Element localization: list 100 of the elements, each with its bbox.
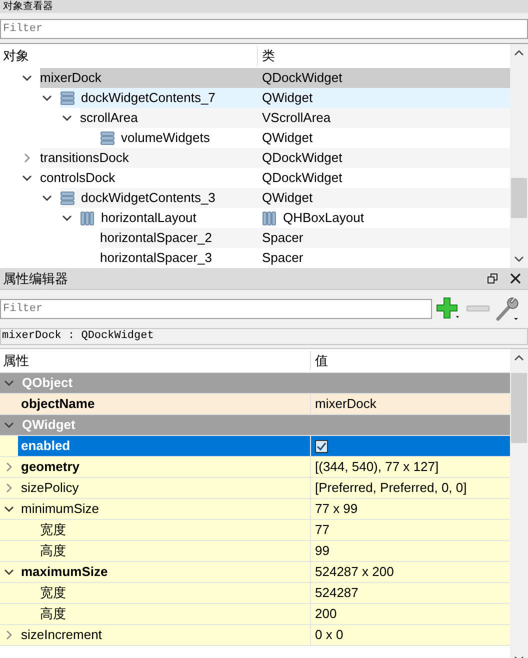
- property-name: 宽度: [40, 584, 66, 602]
- property-row[interactable]: sizePolicy [Preferred, Preferred, 0, 0]: [0, 478, 510, 499]
- column-header[interactable]: 对象: [0, 46, 258, 66]
- class-name: QHBoxLayout: [283, 209, 364, 228]
- property-value: 200: [315, 605, 337, 624]
- object-name: scrollArea: [80, 109, 138, 128]
- class-name: Spacer: [262, 229, 304, 248]
- property-value: 77 x 99: [315, 500, 358, 518]
- object-name: horizontalSpacer_2: [100, 229, 212, 248]
- chevron-down-icon[interactable]: [4, 504, 14, 514]
- tree-row-highlight[interactable]: horizontalSpacer_2: [100, 228, 258, 248]
- property-value: 524287 x 200: [315, 563, 394, 582]
- columns-icon: [80, 210, 95, 226]
- tree-row-highlight[interactable]: dockWidgetContents_7: [60, 88, 258, 108]
- property-name: maximumSize: [21, 563, 108, 582]
- property-name: 高度: [40, 542, 66, 560]
- group-name: QObject: [21, 374, 74, 392]
- tree-row-highlight[interactable]: mixerDock: [40, 68, 258, 88]
- object-name: dockWidgetContents_3: [81, 189, 216, 208]
- property-name: minimumSize: [21, 500, 100, 518]
- chevron-right-icon[interactable]: [4, 630, 14, 640]
- object-breadcrumb: mixerDock : QDockWidget: [0, 328, 528, 345]
- property-row[interactable]: geometry [(344, 540), 77 x 127]: [0, 457, 510, 478]
- property-name: geometry: [21, 458, 80, 476]
- property-name: sizePolicy: [21, 479, 79, 498]
- chevron-down-icon[interactable]: [4, 567, 14, 577]
- class-name: VScrollArea: [262, 109, 331, 128]
- scroll-up-icon[interactable]: [514, 48, 524, 58]
- chevron-right-icon[interactable]: [22, 153, 32, 163]
- property-value: [Preferred, Preferred, 0, 0]: [315, 479, 467, 498]
- stack-icon: [60, 190, 75, 206]
- chevron-right-icon[interactable]: [4, 462, 14, 472]
- property-value: 77: [315, 521, 330, 540]
- object-name: horizontalLayout: [101, 209, 196, 228]
- property-name: objectName: [21, 395, 95, 414]
- property-value: [(344, 540), 77 x 127]: [315, 458, 439, 476]
- property-name: sizeIncrement: [21, 626, 102, 644]
- scrollbar-thumb[interactable]: [511, 178, 527, 218]
- panel-title: 属性编辑器: [3, 270, 69, 288]
- columns-icon: [262, 210, 277, 226]
- property-name-cell[interactable]: geometry: [18, 457, 310, 477]
- property-value: mixerDock: [315, 395, 376, 414]
- property-name-cell[interactable]: objectName: [18, 394, 310, 414]
- class-name: QWidget: [262, 189, 313, 208]
- add-icon[interactable]: [436, 297, 462, 321]
- property-value: 99: [315, 542, 330, 560]
- group-name: QWidget: [21, 416, 76, 434]
- tree-row-highlight[interactable]: transitionsDock: [40, 148, 258, 168]
- property-value: 524287: [315, 584, 358, 602]
- close-icon[interactable]: [510, 273, 521, 284]
- object-name: horizontalSpacer_3: [100, 249, 212, 268]
- property-row[interactable]: 宽度 524287: [0, 583, 510, 604]
- property-name-cell[interactable]: sizeIncrement: [18, 625, 310, 645]
- property-name-cell[interactable]: maximumSize: [18, 562, 310, 582]
- wrench-icon[interactable]: [494, 296, 520, 322]
- property-row[interactable]: 高度 200: [0, 604, 510, 625]
- class-name: QDockWidget: [262, 69, 342, 88]
- property-row[interactable]: enabled: [0, 436, 510, 457]
- checkbox[interactable]: [315, 440, 328, 452]
- property-name: 高度: [40, 605, 66, 624]
- chevron-right-icon[interactable]: [4, 483, 14, 493]
- panel-title: 对象查看器: [3, 1, 53, 13]
- tree-row-highlight[interactable]: scrollArea: [80, 108, 258, 128]
- property-row[interactable]: 宽度 77: [0, 520, 510, 541]
- scrollbar[interactable]: [510, 44, 528, 268]
- scrollbar-thumb[interactable]: [511, 373, 527, 443]
- column-header[interactable]: 属性: [0, 350, 311, 370]
- scroll-down-icon[interactable]: [514, 254, 524, 264]
- filter-field[interactable]: Filter: [0, 19, 528, 39]
- property-row[interactable]: sizeIncrement 0 x 0: [0, 625, 510, 646]
- property-name-cell[interactable]: minimumSize: [18, 499, 310, 519]
- property-name-cell[interactable]: sizePolicy: [18, 478, 310, 498]
- scrollbar[interactable]: [510, 349, 528, 658]
- stack-icon: [60, 90, 75, 106]
- object-name: dockWidgetContents_7: [81, 89, 216, 108]
- property-name-cell[interactable]: 宽度: [18, 520, 310, 540]
- property-name-cell[interactable]: 宽度: [18, 583, 310, 603]
- property-value: 0 x 0: [315, 626, 344, 644]
- class-name: QWidget: [262, 89, 313, 108]
- class-name: QWidget: [262, 129, 313, 148]
- scroll-up-icon[interactable]: [514, 353, 524, 363]
- property-name-cell[interactable]: 高度: [18, 604, 310, 624]
- property-row[interactable]: 高度 99: [0, 541, 510, 562]
- column-header[interactable]: 类: [258, 46, 279, 66]
- class-name: QDockWidget: [262, 149, 342, 168]
- tree-row-highlight[interactable]: dockWidgetContents_3: [60, 188, 258, 208]
- property-row[interactable]: minimumSize 77 x 99: [0, 499, 510, 520]
- property-name-cell[interactable]: 高度: [18, 541, 310, 561]
- column-header[interactable]: 值: [311, 350, 332, 370]
- object-name: volumeWidgets: [121, 129, 210, 148]
- filter-field[interactable]: Filter: [0, 299, 432, 319]
- property-row[interactable]: objectName mixerDock: [0, 394, 510, 415]
- property-row[interactable]: maximumSize 524287 x 200: [0, 562, 510, 583]
- object-name: mixerDock: [40, 69, 102, 88]
- object-name: transitionsDock: [40, 149, 129, 168]
- object-name: controlsDock: [40, 169, 116, 188]
- property-name-cell[interactable]: enabled: [18, 436, 310, 456]
- property-name: enabled: [21, 437, 70, 456]
- stack-icon: [100, 130, 115, 146]
- float-icon[interactable]: [487, 273, 498, 284]
